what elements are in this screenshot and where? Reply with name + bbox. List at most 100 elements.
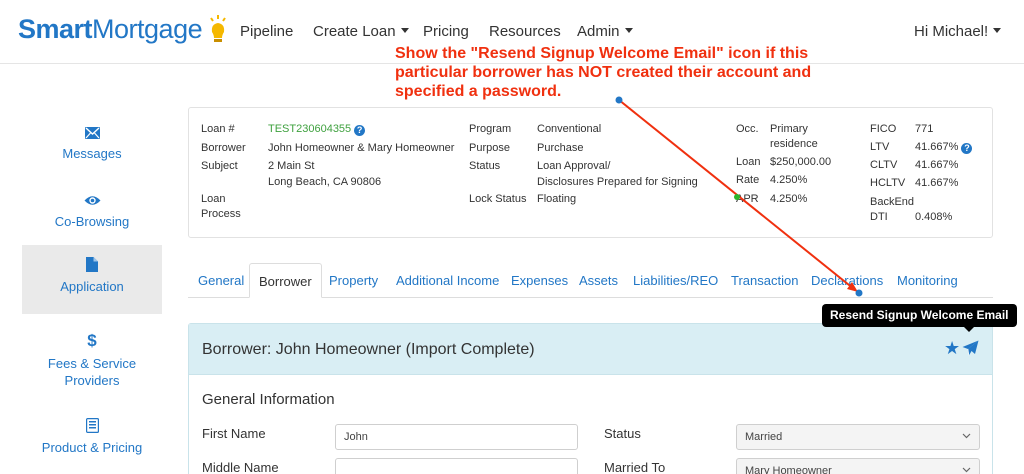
sidebar-item-co-browsing[interactable]: Co-Browsing: [22, 194, 162, 239]
loan-amount-label: Loan: [736, 156, 761, 168]
purpose-value: Purchase: [537, 142, 584, 154]
married-to-label: Married To: [604, 460, 666, 474]
help-icon[interactable]: ?: [961, 143, 973, 154]
help-icon[interactable]: ?: [354, 125, 366, 136]
nav-user-label: Hi Michael!: [914, 23, 989, 40]
sidebar-item-messages[interactable]: Messages: [22, 127, 162, 172]
loan-process-label-2: Process: [201, 208, 241, 220]
dti-label-2: DTI: [870, 211, 888, 223]
envelope-icon: [84, 127, 100, 139]
occupancy-value-line2: residence: [770, 138, 818, 150]
middle-name-input[interactable]: [335, 458, 578, 474]
apr-value: 4.250%: [770, 193, 808, 205]
dollar-icon: $: [87, 331, 97, 350]
borrower-panel: Borrower: John Homeowner (Import Complet…: [188, 323, 993, 474]
chevron-down-icon: [962, 433, 971, 439]
rate-label: Rate: [736, 174, 760, 186]
nav-admin-label: Admin: [577, 23, 620, 40]
sidebar-item-fees[interactable]: $ Fees & Service Providers: [22, 332, 162, 392]
status-value-line1: Loan Approval/: [537, 160, 611, 172]
ltv-value: 41.667%: [915, 141, 959, 153]
nav-admin[interactable]: Admin: [577, 23, 633, 40]
brand-part2: Mortgage: [92, 14, 203, 44]
occupancy-label: Occ.: [736, 123, 759, 135]
borrower-value: John Homeowner & Mary Homeowner: [268, 142, 455, 154]
ltv[interactable]: 41.667%?: [915, 139, 973, 155]
tab-assets[interactable]: Assets: [579, 263, 618, 298]
status-label: Status: [469, 160, 501, 172]
brand-logo[interactable]: SmartMortgage: [18, 14, 203, 45]
star-icon[interactable]: ★: [944, 338, 960, 358]
sidebar-item-label: Product & Pricing: [41, 440, 143, 455]
caret-down-icon: [993, 28, 1002, 33]
marital-status-select[interactable]: Married: [736, 424, 980, 450]
list-icon: [85, 418, 99, 433]
dti-value: 0.408%: [915, 211, 953, 223]
loan-number[interactable]: TEST230604355?: [268, 121, 366, 137]
loan-process-label-1: Loan: [201, 193, 226, 205]
sidebar-item-label: Messages: [62, 146, 122, 161]
nav-resources[interactable]: Resources: [489, 23, 561, 40]
annotation-note: Show the "Resend Signup Welcome Email" i…: [395, 44, 895, 101]
lightbulb-icon: [210, 15, 226, 42]
first-name-input[interactable]: John: [335, 424, 578, 450]
tab-property[interactable]: Property: [329, 263, 378, 298]
sidebar-item-label: Co-Browsing: [54, 214, 130, 229]
nav-pricing[interactable]: Pricing: [423, 23, 469, 40]
tab-borrower[interactable]: Borrower: [249, 263, 322, 298]
loan-amount-value: $250,000.00: [770, 156, 832, 168]
tab-monitoring[interactable]: Monitoring: [897, 263, 958, 298]
borrower-label: Borrower: [201, 142, 246, 154]
status-value-line2: Disclosures Prepared for Signing: [537, 176, 698, 188]
sidebar-item-product-pricing[interactable]: Product & Pricing: [22, 418, 162, 463]
tab-declarations[interactable]: Declarations: [811, 263, 883, 298]
hcltv-value: 41.667%: [915, 177, 959, 189]
married-to-value: Mary Homeowner: [745, 465, 832, 474]
subject-address-line2: Long Beach, CA 90806: [268, 176, 382, 188]
nav-user-menu[interactable]: Hi Michael!: [914, 23, 1002, 40]
fico-label: FICO: [870, 123, 897, 135]
borrower-panel-header: Borrower: John Homeowner (Import Complet…: [189, 324, 992, 375]
borrower-panel-title: Borrower: John Homeowner (Import Complet…: [202, 341, 535, 358]
dti-label-1: BackEnd: [870, 196, 915, 208]
tab-transaction[interactable]: Transaction: [731, 263, 798, 298]
resend-email-tooltip: Resend Signup Welcome Email: [822, 304, 1017, 327]
subject-address-line1: 2 Main St: [268, 160, 315, 172]
brand-part1: Smart: [18, 14, 93, 44]
annotation-line2: particular borrower has NOT created thei…: [395, 64, 812, 81]
sidebar-item-label: Fees & Service Providers: [47, 356, 137, 388]
caret-down-icon: [400, 28, 409, 33]
nav-create-loan[interactable]: Create Loan: [313, 23, 409, 40]
first-name-label: First Name: [202, 426, 266, 441]
tooltip-arrow: [964, 327, 974, 332]
fico-value: 771: [915, 123, 934, 135]
hcltv-label: HCLTV: [870, 177, 906, 189]
general-information-heading: General Information: [202, 391, 335, 408]
nav-pipeline[interactable]: Pipeline: [240, 23, 293, 40]
purpose-label: Purpose: [469, 142, 510, 154]
rate-value: 4.250%: [770, 174, 808, 186]
program-label: Program: [469, 123, 512, 135]
tab-liabilities-reo[interactable]: Liabilities/REO: [633, 263, 718, 298]
middle-name-label: Middle Name: [202, 460, 279, 474]
loan-summary: Loan # TEST230604355? Borrower John Home…: [188, 107, 993, 238]
nav-create-loan-label: Create Loan: [313, 23, 396, 40]
tab-additional-income[interactable]: Additional Income: [396, 263, 499, 298]
caret-down-icon: [624, 28, 633, 33]
program-value: Conventional: [537, 123, 602, 135]
sidebar-item-application[interactable]: Application: [22, 245, 162, 314]
tab-general[interactable]: General: [198, 263, 244, 298]
lock-status-label: Lock Status: [469, 193, 527, 205]
annotation-line1: Show the "Resend Signup Welcome Email" i…: [395, 45, 809, 62]
cltv-label: CLTV: [870, 159, 898, 171]
marital-status-label: Status: [604, 426, 641, 441]
resend-welcome-email-icon[interactable]: [962, 340, 979, 356]
loan-number-label: Loan #: [201, 123, 235, 135]
married-to-select[interactable]: Mary Homeowner: [736, 458, 980, 474]
tab-expenses[interactable]: Expenses: [511, 263, 568, 298]
file-icon: [86, 257, 98, 272]
occupancy-value-line1: Primary: [770, 123, 808, 135]
subject-label: Subject: [201, 160, 238, 172]
marital-status-value: Married: [745, 431, 783, 443]
lock-status-value: Floating: [537, 193, 577, 205]
